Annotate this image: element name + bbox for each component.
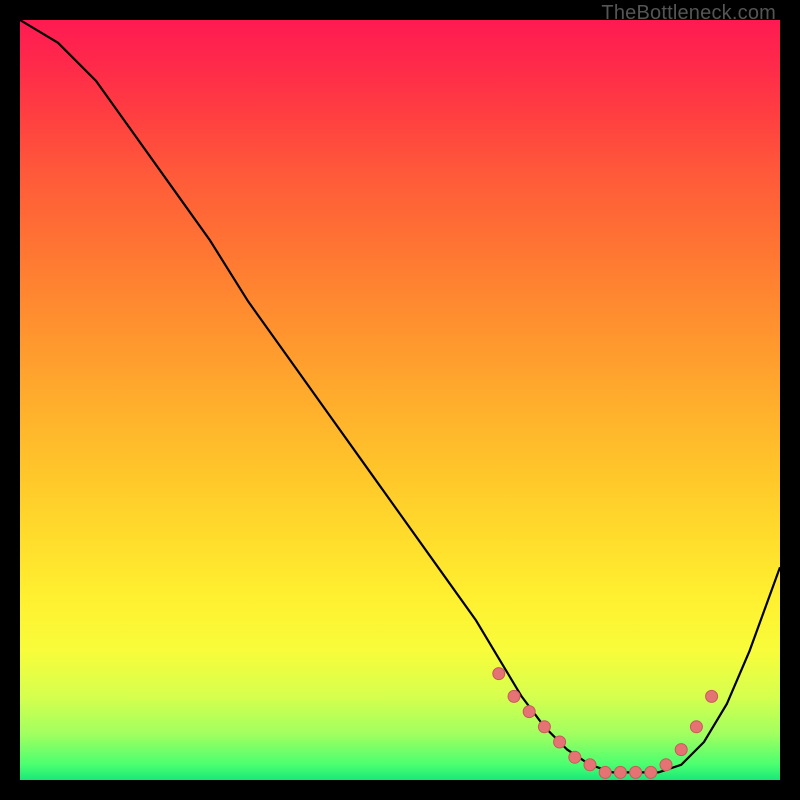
highlight-marker	[690, 721, 702, 733]
highlight-marker	[706, 690, 718, 702]
highlight-marker	[599, 766, 611, 778]
chart-frame: TheBottleneck.com	[0, 0, 800, 800]
highlight-marker	[554, 736, 566, 748]
plot-area	[20, 20, 780, 780]
highlight-marker	[584, 759, 596, 771]
highlight-marker	[523, 706, 535, 718]
highlight-marker	[493, 668, 505, 680]
highlight-marker	[538, 721, 550, 733]
highlight-marker	[614, 766, 626, 778]
highlight-marker	[508, 690, 520, 702]
highlight-marker	[630, 766, 642, 778]
curve-svg	[20, 20, 780, 780]
highlight-marker	[675, 744, 687, 756]
bottleneck-curve-path	[20, 20, 780, 772]
highlight-marker	[569, 751, 581, 763]
highlight-marker	[645, 766, 657, 778]
highlight-marker	[660, 759, 672, 771]
